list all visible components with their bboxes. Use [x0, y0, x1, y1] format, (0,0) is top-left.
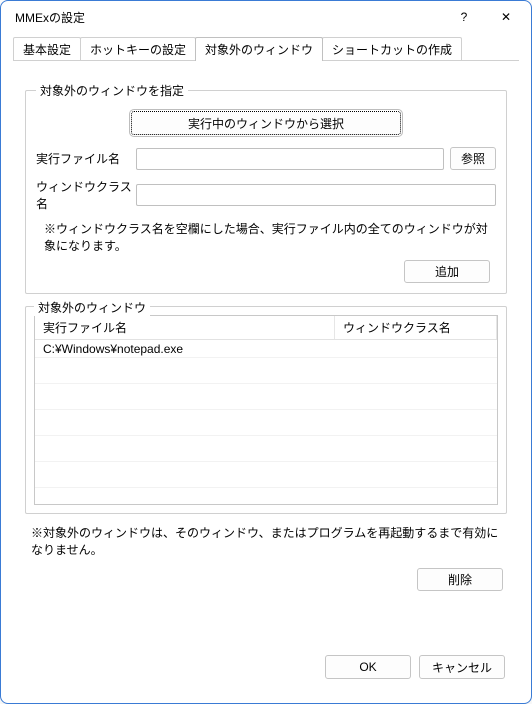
add-row: 追加: [36, 260, 490, 283]
add-button[interactable]: 追加: [404, 260, 490, 283]
tab-excluded-windows[interactable]: 対象外のウィンドウ: [195, 37, 323, 61]
table-row: [35, 392, 497, 410]
close-icon[interactable]: ✕: [485, 2, 527, 32]
table-row: [35, 444, 497, 462]
delete-button[interactable]: 削除: [417, 568, 503, 591]
excluded-listview[interactable]: 実行ファイル名 ウィンドウクラス名 C:¥Windows¥notepad.exe: [34, 315, 498, 505]
dialog-content: 基本設定 ホットキーの設定 対象外のウィンドウ ショートカットの作成 対象外のウ…: [1, 33, 531, 703]
table-row: [35, 496, 497, 505]
ok-button[interactable]: OK: [325, 655, 411, 679]
delete-row: 削除: [23, 568, 503, 591]
listview-header: 実行ファイル名 ウィンドウクラス名: [35, 316, 497, 340]
col-window-class[interactable]: ウィンドウクラス名: [335, 316, 497, 339]
tab-panel: 対象外のウィンドウを指定 実行中のウィンドウから選択 実行ファイル名 参照 ウィ…: [13, 60, 519, 693]
row-exec-file: 実行ファイル名 参照: [36, 147, 496, 170]
group-specify-excluded: 対象外のウィンドウを指定 実行中のウィンドウから選択 実行ファイル名 参照 ウィ…: [25, 82, 507, 294]
group-excluded-list-legend: 対象外のウィンドウ: [34, 299, 150, 316]
group-excluded-list: 対象外のウィンドウ 実行ファイル名 ウィンドウクラス名 C:¥Windows¥n…: [25, 306, 507, 514]
settings-dialog: MMExの設定 ? ✕ 基本設定 ホットキーの設定 対象外のウィンドウ ショート…: [0, 0, 532, 704]
group-specify-legend: 対象外のウィンドウを指定: [36, 82, 188, 99]
table-row: [35, 418, 497, 436]
spacer: [23, 591, 509, 647]
browse-button[interactable]: 参照: [450, 147, 496, 170]
titlebar: MMExの設定 ? ✕: [1, 1, 531, 33]
cell-window-class: [335, 347, 497, 351]
tab-shortcut[interactable]: ショートカットの作成: [322, 37, 462, 61]
table-row: [35, 366, 497, 384]
cancel-button[interactable]: キャンセル: [419, 655, 505, 679]
tab-strip: 基本設定 ホットキーの設定 対象外のウィンドウ ショートカットの作成: [13, 39, 519, 61]
cell-exec-file: C:¥Windows¥notepad.exe: [35, 340, 335, 358]
table-row[interactable]: C:¥Windows¥notepad.exe: [35, 340, 497, 358]
exec-file-label: 実行ファイル名: [36, 150, 136, 167]
select-running-window-button[interactable]: 実行中のウィンドウから選択: [131, 111, 401, 135]
window-class-input[interactable]: [136, 184, 496, 206]
window-class-label: ウィンドウクラス名: [36, 178, 136, 212]
dialog-button-row: OK キャンセル: [23, 647, 509, 683]
restart-note: ※対象外のウィンドウは、そのウィンドウ、またはプログラムを再起動するまで有効にな…: [31, 524, 509, 558]
exec-file-input[interactable]: [136, 148, 444, 170]
tab-hotkey[interactable]: ホットキーの設定: [80, 37, 196, 61]
class-blank-note: ※ウィンドウクラス名を空欄にした場合、実行ファイル内の全てのウィンドウが対象にな…: [44, 220, 496, 254]
table-row: [35, 470, 497, 488]
tab-basic[interactable]: 基本設定: [13, 37, 81, 61]
listview-body: C:¥Windows¥notepad.exe: [35, 340, 497, 505]
help-icon[interactable]: ?: [443, 2, 485, 32]
col-exec-file[interactable]: 実行ファイル名: [35, 316, 335, 339]
row-window-class: ウィンドウクラス名: [36, 178, 496, 212]
window-title: MMExの設定: [15, 9, 443, 26]
